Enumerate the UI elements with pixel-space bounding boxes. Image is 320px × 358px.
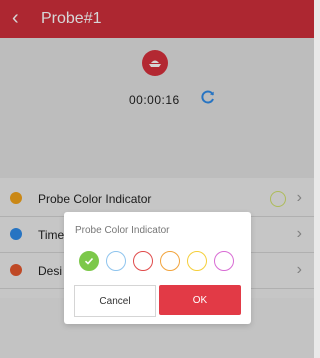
- color-option-orange[interactable]: [160, 251, 180, 271]
- dialog-title: Probe Color Indicator: [75, 225, 170, 236]
- check-icon: [84, 257, 94, 265]
- color-option-yellow[interactable]: [187, 251, 207, 271]
- cancel-button[interactable]: Cancel: [74, 285, 156, 317]
- color-option-blue[interactable]: [106, 251, 126, 271]
- color-option-green[interactable]: [79, 251, 99, 271]
- ok-button[interactable]: OK: [159, 285, 241, 315]
- color-option-pink[interactable]: [214, 251, 234, 271]
- color-options: [79, 251, 239, 275]
- color-option-red[interactable]: [133, 251, 153, 271]
- color-picker-dialog: Probe Color Indicator Cancel OK: [64, 212, 251, 324]
